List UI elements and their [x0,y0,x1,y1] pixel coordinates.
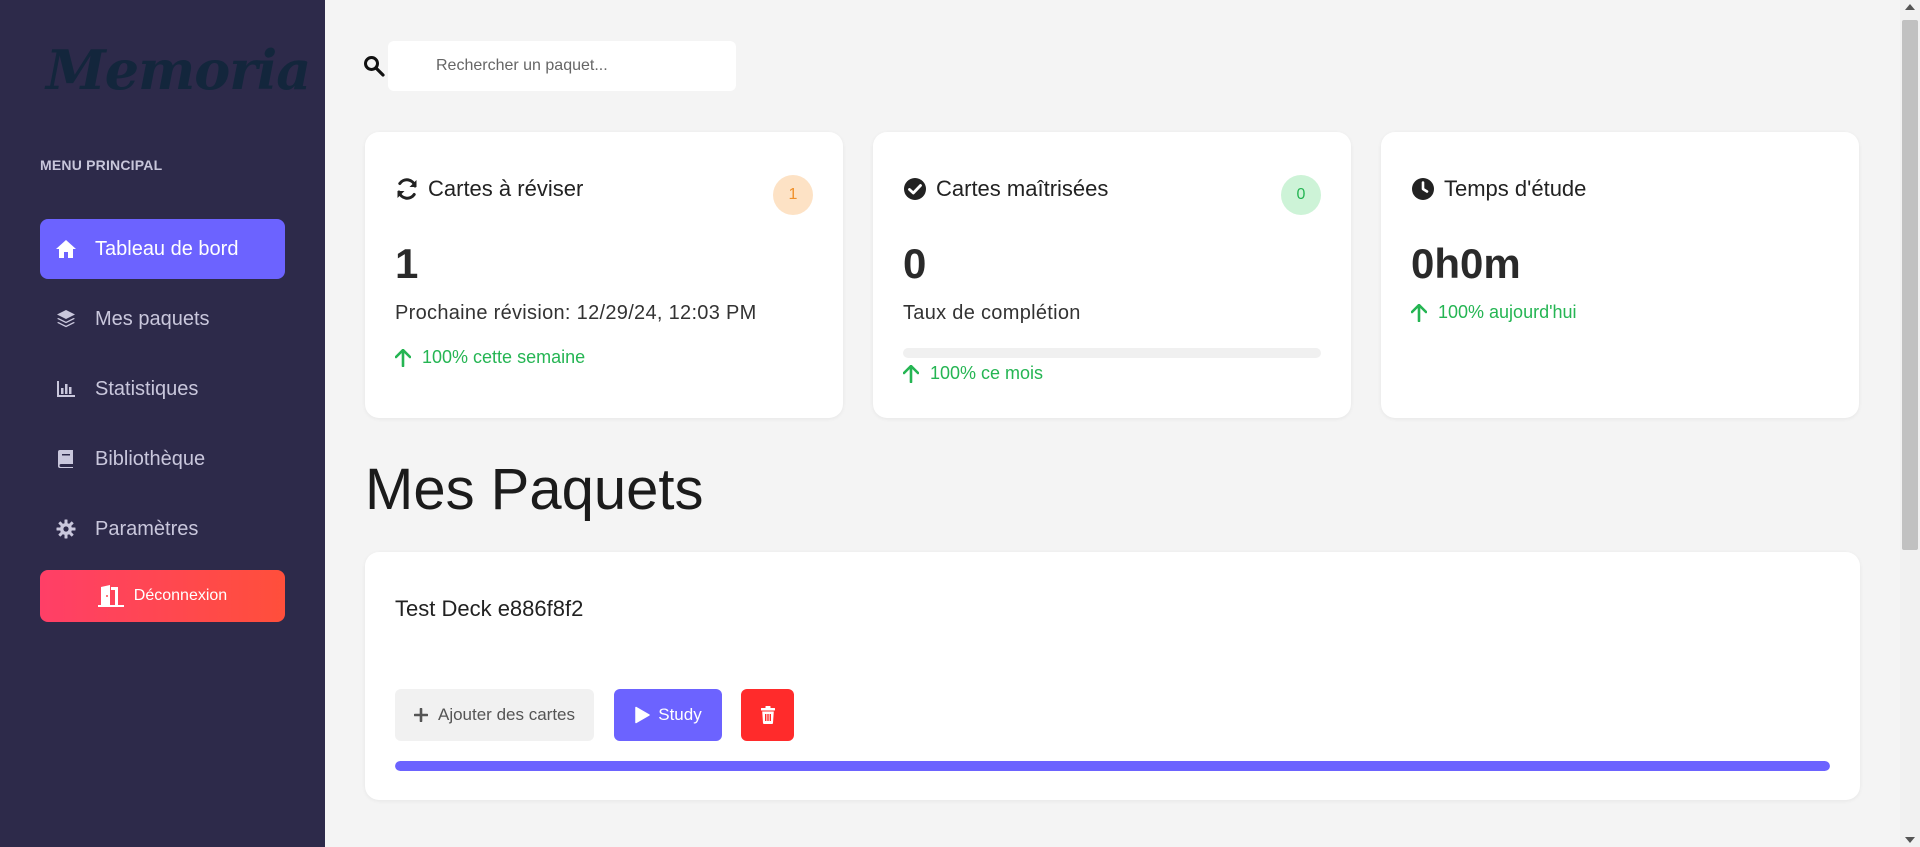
search-input[interactable] [388,41,736,91]
logout-button[interactable]: Déconnexion [40,570,285,622]
add-cards-button[interactable]: Ajouter des cartes [395,689,594,741]
book-icon [54,447,78,471]
stat-card-title: Temps d'étude [1444,176,1587,201]
deck-card: Test Deck e886f8f2 Ajouter des cartes St… [365,552,1860,800]
stat-card-cards-to-review: Cartes à réviser 1 1 Prochaine révision:… [365,132,843,418]
trend-label: 100% ce mois [930,363,1044,383]
sidebar-item-label: Statistiques [95,377,199,400]
plus-icon [413,708,428,722]
bar-chart-icon [54,377,78,401]
stat-value: 1 [395,240,419,287]
sidebar-item-settings[interactable]: Paramètres [40,499,285,559]
study-button[interactable]: Study [614,689,722,741]
layers-icon [54,307,78,331]
door-exit-icon [97,585,124,607]
stat-card-study-time: Temps d'étude 0h0m 100% aujourd'hui [1381,132,1859,418]
sidebar-item-decks[interactable]: Mes paquets [40,289,285,349]
vertical-scrollbar[interactable] [1900,0,1920,847]
stat-subtitle: Prochaine révision: 12/29/24, 12:03 PM [395,302,757,324]
count-badge: 1 [773,175,813,215]
stat-card-header: Temps d'étude [1411,176,1586,202]
deck-name[interactable]: Test Deck e886f8f2 [395,596,583,622]
trend-indicator: 100% ce mois [903,363,1043,384]
section-title: Mes Paquets [365,457,704,522]
stat-card-header: Cartes à réviser [395,176,583,202]
sidebar-item-label: Bibliothèque [95,447,206,470]
deck-progress-bar [395,761,1830,771]
search-icon [363,55,385,77]
completion-progress-bar [903,348,1321,358]
trash-icon [760,706,775,724]
sidebar-item-statistics[interactable]: Statistiques [40,359,285,419]
sidebar-item-library[interactable]: Bibliothèque [40,429,285,489]
stat-subtitle: Taux de complétion [903,302,1081,324]
clock-icon [1411,177,1435,201]
deck-progress-fill [395,761,1830,771]
logout-label: Déconnexion [133,587,228,604]
sidebar: Memoria MENU PRINCIPAL Tableau de bord M… [0,0,325,847]
home-icon [54,237,78,261]
app-logo[interactable]: Memoria [46,38,311,102]
scrollbar-thumb[interactable] [1902,20,1918,550]
scroll-down-arrow-icon[interactable] [1905,837,1915,843]
stat-card-title: Cartes maîtrisées [936,176,1109,201]
stat-card-header: Cartes maîtrisées [903,176,1108,202]
sidebar-item-label: Mes paquets [95,307,210,330]
arrow-up-icon [395,348,413,368]
trend-label: 100% cette semaine [422,347,586,367]
arrow-up-icon [1411,303,1429,323]
trend-indicator: 100% aujourd'hui [1411,302,1577,323]
sidebar-item-label: Tableau de bord [95,237,239,260]
refresh-icon [395,177,419,201]
menu-title: MENU PRINCIPAL [40,157,163,173]
delete-deck-button[interactable] [741,689,794,741]
trend-label: 100% aujourd'hui [1438,302,1577,322]
stat-card-title: Cartes à réviser [428,176,584,201]
arrow-up-icon [903,364,921,384]
stat-value: 0h0m [1411,240,1521,287]
scroll-up-arrow-icon[interactable] [1905,4,1915,10]
sidebar-item-label: Paramètres [95,517,199,540]
trend-indicator: 100% cette semaine [395,347,585,368]
play-icon [634,706,650,724]
count-badge: 0 [1281,175,1321,215]
sidebar-item-dashboard[interactable]: Tableau de bord [40,219,285,279]
add-cards-label: Ajouter des cartes [437,705,575,724]
gear-icon [54,517,78,541]
stat-value: 0 [903,240,927,287]
study-label: Study [658,705,702,724]
stat-card-mastered-cards: Cartes maîtrisées 0 0 Taux de complétion… [873,132,1351,418]
check-circle-icon [903,177,927,201]
